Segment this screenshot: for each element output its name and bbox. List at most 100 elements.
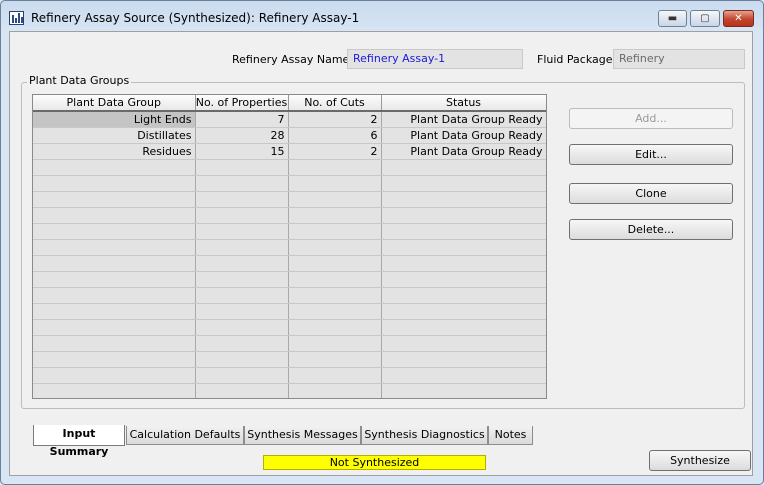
column-header-properties[interactable]: No. of Properties [195, 95, 289, 112]
column-header-cuts[interactable]: No. of Cuts [288, 95, 382, 112]
tab-synthesis-messages[interactable]: Synthesis Messages [244, 426, 361, 445]
table-cell[interactable] [288, 319, 382, 336]
table-cell[interactable] [33, 367, 196, 384]
table-cell[interactable] [33, 223, 196, 240]
table-cell[interactable] [381, 207, 546, 224]
column-header-plant-data-group[interactable]: Plant Data Group [33, 95, 196, 112]
table-cell[interactable] [195, 287, 289, 304]
table-cell[interactable] [195, 271, 289, 288]
table-cell[interactable] [33, 319, 196, 336]
table-cell[interactable] [288, 239, 382, 256]
table-cell[interactable] [33, 271, 196, 288]
table-cell[interactable] [381, 191, 546, 208]
table-cell[interactable]: 7 [195, 111, 289, 128]
table-cell[interactable] [33, 175, 196, 192]
table-cell[interactable]: 28 [195, 127, 289, 144]
table-cell[interactable] [381, 255, 546, 272]
tab-input-summary[interactable]: Input Summary [33, 425, 125, 458]
table-cell[interactable] [33, 287, 196, 304]
table-cell[interactable] [381, 303, 546, 320]
table-cell[interactable] [288, 255, 382, 272]
table-cell[interactable]: Plant Data Group Ready [381, 111, 546, 128]
table-cell[interactable] [33, 255, 196, 272]
table-cell[interactable] [381, 271, 546, 288]
table-cell[interactable] [288, 335, 382, 352]
table-row[interactable] [33, 383, 546, 398]
table-cell[interactable]: 6 [288, 127, 382, 144]
table-cell[interactable] [33, 335, 196, 352]
table-cell[interactable] [33, 383, 196, 398]
synthesize-button[interactable]: Synthesize [649, 450, 751, 471]
table-cell[interactable] [33, 159, 196, 176]
table-cell[interactable] [288, 223, 382, 240]
table-cell[interactable] [288, 287, 382, 304]
table-cell[interactable] [288, 191, 382, 208]
table-row[interactable] [33, 271, 546, 288]
table-cell[interactable] [33, 191, 196, 208]
table-cell[interactable] [288, 383, 382, 398]
table-cell[interactable] [195, 207, 289, 224]
table-cell[interactable] [195, 159, 289, 176]
table-cell[interactable] [33, 239, 196, 256]
table-cell[interactable]: 2 [288, 143, 382, 160]
table-cell[interactable] [33, 351, 196, 368]
close-button[interactable]: ✕ [723, 10, 754, 27]
minimize-button[interactable]: ▬ [658, 10, 687, 27]
table-cell[interactable] [381, 367, 546, 384]
table-row[interactable]: Light Ends 7 2 Plant Data Group Ready [33, 111, 546, 128]
table-cell[interactable] [381, 159, 546, 176]
table-cell[interactable]: Light Ends [33, 111, 196, 128]
table-cell[interactable] [288, 367, 382, 384]
table-cell[interactable] [381, 383, 546, 398]
table-row[interactable] [33, 223, 546, 240]
title-bar[interactable]: Refinery Assay Source (Synthesized): Ref… [1, 1, 763, 31]
table-cell[interactable]: Plant Data Group Ready [381, 127, 546, 144]
table-cell[interactable]: Residues [33, 143, 196, 160]
table-cell[interactable] [288, 159, 382, 176]
table-cell[interactable] [381, 287, 546, 304]
table-cell[interactable] [381, 223, 546, 240]
table-row[interactable] [33, 159, 546, 176]
table-cell[interactable] [381, 335, 546, 352]
table-cell[interactable] [195, 175, 289, 192]
table-cell[interactable] [288, 303, 382, 320]
table-cell[interactable] [195, 383, 289, 398]
table-cell[interactable] [195, 239, 289, 256]
table-cell[interactable] [288, 175, 382, 192]
tab-calculation-defaults[interactable]: Calculation Defaults [126, 426, 244, 445]
table-cell[interactable] [195, 319, 289, 336]
table-cell[interactable] [195, 255, 289, 272]
table-row[interactable] [33, 239, 546, 256]
add-button[interactable]: Add... [569, 108, 733, 129]
table-cell[interactable] [381, 175, 546, 192]
plant-data-grid[interactable]: Plant Data Group No. of Properties No. o… [32, 94, 547, 399]
table-row[interactable] [33, 175, 546, 192]
table-cell[interactable] [195, 223, 289, 240]
column-header-status[interactable]: Status [381, 95, 546, 112]
table-cell[interactable] [288, 351, 382, 368]
table-cell[interactable] [288, 271, 382, 288]
table-cell[interactable] [381, 319, 546, 336]
tab-notes[interactable]: Notes [488, 426, 533, 445]
table-row[interactable] [33, 255, 546, 272]
table-row[interactable] [33, 351, 546, 368]
table-row[interactable]: Distillates 28 6 Plant Data Group Ready [33, 127, 546, 144]
table-row[interactable]: Residues 15 2 Plant Data Group Ready [33, 143, 546, 160]
table-row[interactable] [33, 287, 546, 304]
table-cell[interactable] [33, 303, 196, 320]
table-cell[interactable] [195, 351, 289, 368]
table-cell[interactable] [195, 191, 289, 208]
table-cell[interactable]: Distillates [33, 127, 196, 144]
table-cell[interactable] [381, 239, 546, 256]
assay-name-field[interactable]: Refinery Assay-1 [347, 49, 523, 69]
table-cell[interactable]: 2 [288, 111, 382, 128]
table-cell[interactable] [195, 367, 289, 384]
clone-button[interactable]: Clone [569, 183, 733, 204]
table-cell[interactable] [195, 335, 289, 352]
table-row[interactable] [33, 335, 546, 352]
table-cell[interactable]: Plant Data Group Ready [381, 143, 546, 160]
table-cell[interactable] [195, 303, 289, 320]
tab-synthesis-diagnostics[interactable]: Synthesis Diagnostics [361, 426, 488, 445]
table-row[interactable] [33, 367, 546, 384]
table-cell[interactable]: 15 [195, 143, 289, 160]
